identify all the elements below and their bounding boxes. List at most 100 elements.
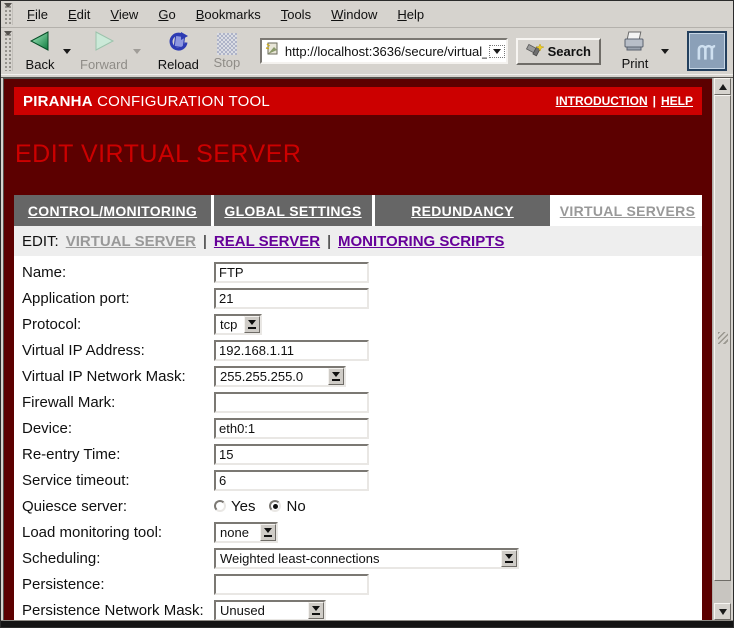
back-label: Back: [26, 57, 55, 72]
persistence-mask-select[interactable]: Unused: [214, 600, 326, 621]
quiesce-no-label: No: [286, 498, 305, 515]
stop-icon: [217, 33, 237, 55]
service-timeout-label: Service timeout:: [22, 472, 214, 489]
forward-button[interactable]: Forward: [75, 30, 133, 72]
reload-icon: [166, 30, 190, 57]
tab-bar: CONTROL/MONITORING GLOBAL SETTINGS REDUN…: [14, 195, 702, 226]
menu-edit[interactable]: Edit: [58, 3, 100, 26]
load-monitoring-tool-dropdown-icon[interactable]: [260, 524, 276, 541]
persistence-mask-value: Unused: [216, 602, 308, 619]
protocol-label: Protocol:: [22, 316, 214, 333]
mozilla-m-icon: [693, 38, 721, 64]
form-row-reentry-time: Re-entry Time:: [22, 441, 702, 467]
scheduling-select[interactable]: Weighted least-connections: [214, 548, 519, 569]
firewall-mark-input[interactable]: [214, 392, 369, 413]
scheduling-value: Weighted least-connections: [216, 550, 501, 567]
mozilla-logo[interactable]: [687, 31, 727, 71]
name-label: Name:: [22, 264, 214, 281]
menu-tools[interactable]: Tools: [271, 3, 321, 26]
virtual-ip-mask-value: 255.255.255.0: [216, 368, 328, 385]
toolbar-grippy-icon[interactable]: [3, 31, 13, 71]
scroll-up-button[interactable]: [714, 78, 731, 95]
form-row-application-port: Application port:: [22, 285, 702, 311]
protocol-dropdown-icon[interactable]: [244, 316, 260, 333]
quiesce-yes-radio[interactable]: [214, 500, 226, 512]
banner-links-separator: |: [653, 94, 656, 108]
app-title: PIRANHA CONFIGURATION TOOL: [23, 93, 270, 110]
service-timeout-input[interactable]: [214, 470, 369, 491]
url-input[interactable]: [283, 44, 489, 59]
menu-window[interactable]: Window: [321, 3, 387, 26]
form-row-service-timeout: Service timeout:: [22, 467, 702, 493]
name-input[interactable]: [214, 262, 369, 283]
print-button[interactable]: Print: [615, 30, 655, 72]
load-monitoring-tool-select[interactable]: none: [214, 522, 278, 543]
scroll-down-icon: [719, 609, 727, 615]
edit-subnav: EDIT: VIRTUAL SERVER | REAL SERVER | MON…: [14, 226, 702, 256]
browser-window: File Edit View Go Bookmarks Tools Window…: [0, 0, 734, 628]
form-row-persistence: Persistence:: [22, 571, 702, 597]
print-dropdown-icon[interactable]: [661, 49, 669, 54]
navigation-toolbar: Back Forward Reload Stop: [1, 28, 733, 74]
device-input[interactable]: [214, 418, 369, 439]
virtual-ip-mask-dropdown-icon[interactable]: [328, 368, 344, 385]
menu-file[interactable]: File: [17, 3, 58, 26]
stop-button[interactable]: Stop: [204, 30, 250, 72]
tab-control-monitoring[interactable]: CONTROL/MONITORING: [14, 195, 211, 226]
device-label: Device:: [22, 420, 214, 437]
quiesce-no-radio[interactable]: [269, 500, 281, 512]
browser-viewport: PIRANHA CONFIGURATION TOOL INTRODUCTION …: [1, 78, 733, 620]
url-history-dropdown[interactable]: [489, 40, 506, 62]
application-port-input[interactable]: [214, 288, 369, 309]
persistence-mask-dropdown-icon[interactable]: [308, 602, 324, 619]
persistence-input[interactable]: [214, 574, 369, 595]
reentry-time-input[interactable]: [214, 444, 369, 465]
quiesce-yes-label: Yes: [231, 498, 255, 515]
back-dropdown-icon[interactable]: [63, 49, 71, 54]
form-row-quiesce-server: Quiesce server: Yes No: [22, 493, 702, 519]
forward-dropdown-icon[interactable]: [133, 49, 141, 54]
scroll-down-button[interactable]: [714, 603, 731, 620]
tab-redundancy[interactable]: REDUNDANCY: [375, 195, 550, 226]
menu-help[interactable]: Help: [387, 3, 434, 26]
scheduling-dropdown-icon[interactable]: [501, 550, 517, 567]
subnav-separator: |: [203, 233, 207, 250]
subnav-real-server-link[interactable]: REAL SERVER: [214, 233, 320, 250]
page-proxy-icon: [265, 41, 280, 61]
menu-go[interactable]: Go: [148, 3, 185, 26]
reentry-time-label: Re-entry Time:: [22, 446, 214, 463]
virtual-server-form: Name: Application port: Protocol: tcp: [14, 256, 702, 620]
menu-bookmarks[interactable]: Bookmarks: [186, 3, 271, 26]
form-row-virtual-ip-mask: Virtual IP Network Mask: 255.255.255.0: [22, 363, 702, 389]
search-label: Search: [548, 44, 591, 59]
introduction-link[interactable]: INTRODUCTION: [556, 94, 648, 108]
flashlight-icon: [526, 42, 544, 61]
vertical-scrollbar[interactable]: [712, 78, 731, 620]
tab-virtual-servers[interactable]: VIRTUAL SERVERS: [553, 195, 702, 226]
toolbar-grippy-icon[interactable]: [3, 3, 13, 25]
protocol-select[interactable]: tcp: [214, 314, 262, 335]
help-link[interactable]: HELP: [661, 94, 693, 108]
load-monitoring-tool-label: Load monitoring tool:: [22, 524, 214, 541]
form-row-name: Name:: [22, 259, 702, 285]
url-bar: [260, 38, 508, 64]
form-row-device: Device:: [22, 415, 702, 441]
page-title: EDIT VIRTUAL SERVER: [15, 140, 702, 169]
subnav-virtual-server[interactable]: VIRTUAL SERVER: [66, 233, 196, 250]
search-button[interactable]: Search: [516, 38, 601, 65]
reload-button[interactable]: Reload: [153, 30, 204, 72]
virtual-ip-mask-select[interactable]: 255.255.255.0: [214, 366, 346, 387]
scrollbar-thumb[interactable]: [714, 95, 731, 581]
back-button[interactable]: Back: [17, 30, 63, 72]
scroll-up-icon: [719, 84, 727, 90]
print-label: Print: [622, 56, 649, 71]
scheduling-label: Scheduling:: [22, 550, 214, 567]
tab-global-settings[interactable]: GLOBAL SETTINGS: [214, 195, 372, 226]
banner-links: INTRODUCTION | HELP: [556, 94, 693, 108]
subnav-monitoring-scripts-link[interactable]: MONITORING SCRIPTS: [338, 233, 504, 250]
menu-view[interactable]: View: [100, 3, 148, 26]
form-row-persistence-mask: Persistence Network Mask: Unused: [22, 597, 702, 620]
stop-label: Stop: [214, 55, 241, 70]
form-row-load-monitoring-tool: Load monitoring tool: none: [22, 519, 702, 545]
virtual-ip-input[interactable]: [214, 340, 369, 361]
